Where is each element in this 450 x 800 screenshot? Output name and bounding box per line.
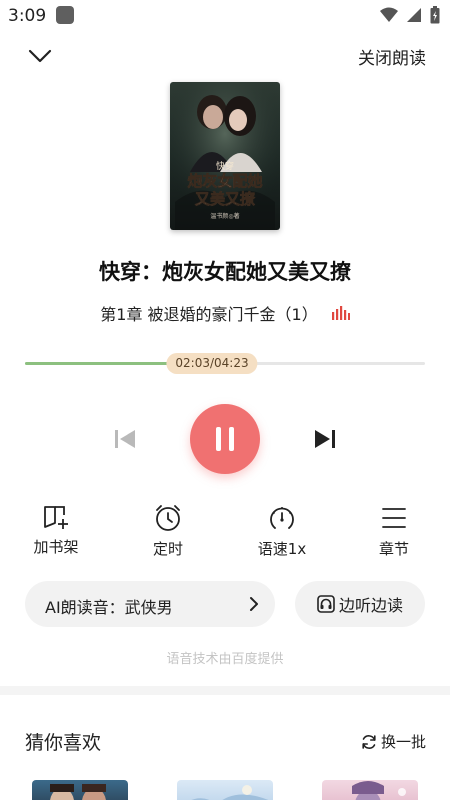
speedometer-icon [270, 507, 294, 529]
recommend-book-cover[interactable] [177, 780, 273, 800]
refresh-label: 换一批 [380, 733, 426, 751]
menu-lines-icon [382, 508, 406, 528]
timer-button[interactable]: 定时 [128, 504, 208, 559]
chapters-button[interactable]: 章节 [354, 504, 434, 559]
status-bar: 3:09 [0, 0, 450, 32]
player-header: 关闭朗读 [0, 36, 450, 76]
pause-icon [216, 427, 221, 451]
voice-label: AI朗读音：武侠男 [45, 598, 173, 617]
progress-time-badge[interactable]: 02:03/04:23 [166, 353, 258, 374]
recommend-title: 猜你喜欢 [25, 732, 102, 754]
cover-author: 温书颜◎著 [210, 212, 239, 220]
skip-next-icon[interactable] [312, 427, 338, 451]
close-read-button[interactable]: 关闭朗读 [358, 44, 426, 69]
recommend-book-cover[interactable] [322, 780, 418, 800]
cover-text-line2: 炮灰女配她 [187, 172, 262, 190]
headphones-icon [317, 595, 335, 613]
book-cover: 快穿 炮灰女配她 又美又撩 温书颜◎著 [170, 82, 280, 230]
voice-selector[interactable]: AI朗读音：武侠男 [25, 581, 275, 627]
status-indicators [380, 6, 440, 24]
book-title: 快穿：炮灰女配她又美又撩 [99, 260, 351, 284]
tts-credit: 语音技术由百度提供 [166, 652, 284, 667]
speed-button[interactable]: 语速1x [242, 504, 322, 559]
timer-label: 定时 [152, 540, 183, 558]
action-row: 加书架 定时 语速1x 章节 [0, 504, 450, 564]
alarm-clock-icon [156, 505, 180, 531]
wifi-icon [380, 7, 398, 22]
refresh-icon [362, 734, 376, 749]
audio-playing-icon [331, 306, 350, 320]
chapter-row: 第1章 被退婚的豪门千金（1） [0, 301, 450, 325]
cellular-signal-icon [407, 8, 421, 22]
listen-while-reading-label: 边听边读 [338, 596, 403, 615]
chapters-label: 章节 [378, 540, 409, 558]
transport-controls [0, 404, 450, 474]
pause-icon-bar [229, 427, 234, 451]
refresh-button[interactable]: 换一批 [361, 731, 426, 752]
status-time: 3:09 [8, 6, 47, 26]
recommend-book-cover[interactable] [32, 780, 128, 800]
listen-while-reading-button[interactable]: 边听边读 [295, 581, 425, 627]
play-pause-button[interactable] [190, 404, 260, 474]
progress-slider[interactable]: 02:03/04:23 [25, 352, 425, 376]
chevron-right-icon [250, 597, 258, 611]
speed-label: 语速1x [257, 540, 307, 558]
add-bookshelf-label: 加书架 [33, 538, 79, 556]
section-divider [0, 686, 450, 695]
battery-icon [430, 6, 440, 24]
add-bookshelf-icon [44, 506, 68, 529]
add-bookshelf-button[interactable]: 加书架 [16, 504, 96, 557]
app-notification-icon [56, 6, 74, 24]
chevron-down-icon[interactable] [24, 40, 56, 72]
cover-text-line1: 快穿 [216, 160, 234, 172]
cover-text-line3: 又美又撩 [195, 190, 256, 208]
chapter-title: 第1章 被退婚的豪门千金（1） [100, 305, 318, 324]
skip-previous-icon[interactable] [112, 427, 138, 451]
